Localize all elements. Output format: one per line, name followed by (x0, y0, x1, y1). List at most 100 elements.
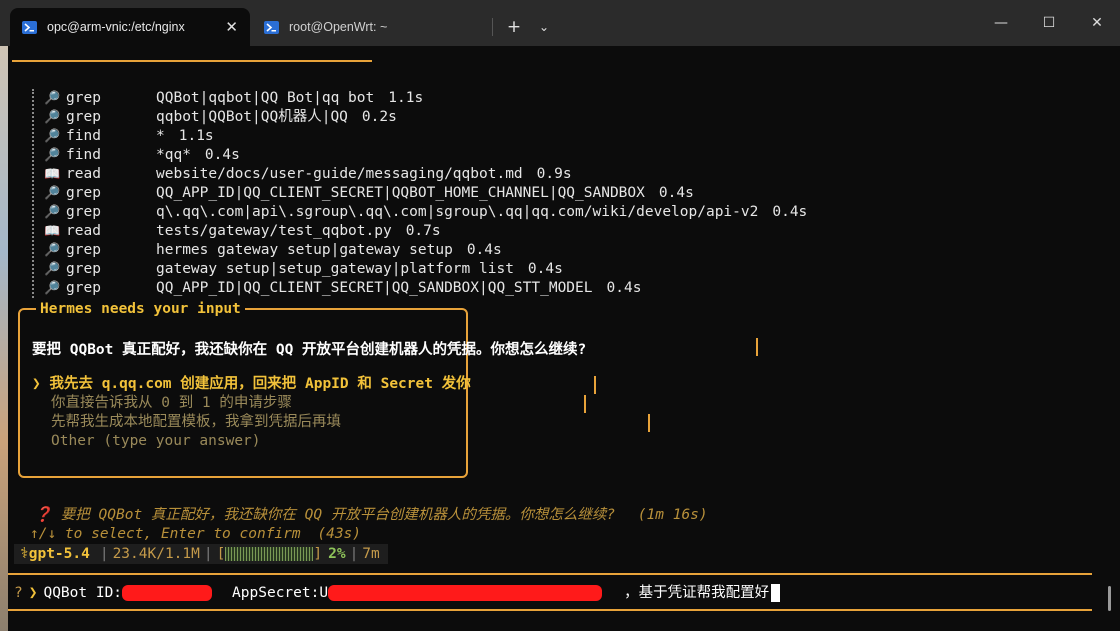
text-caret (771, 584, 781, 602)
log-time: 0.2s (361, 109, 397, 125)
magnifier-icon: 🔎 (44, 205, 61, 220)
status-bar: ⚕gpt-5.4 | 23.4K/1.1M | [ ] 2% | 7m (14, 544, 388, 564)
tool-call-log: 🔎 grep QQBot|qqbot|QQ Bot|qq bot 1.1s 🔎 grep… (32, 89, 807, 298)
log-row: 🔎 grep QQBot|qqbot|QQ Bot|qq bot 1.1s (44, 89, 807, 108)
log-arg: QQBot|qqbot|QQ Bot|qq bot (156, 90, 375, 106)
scrollbar[interactable] (1108, 586, 1111, 611)
log-verb: grep (66, 185, 101, 201)
cursor-mark (594, 376, 596, 394)
desktop-background-strip (0, 0, 8, 631)
cursor-mark (648, 414, 650, 432)
terminal-window: opc@arm-vnic:/etc/nginx ✕ root@OpenWrt: … (0, 0, 1120, 631)
log-arg: * (156, 128, 165, 144)
model-name: ⚕gpt-5.4 (20, 546, 90, 562)
status-separator: | (99, 546, 109, 562)
tab-close-icon[interactable]: ✕ (225, 18, 238, 36)
magnifier-icon: 🔎 (44, 91, 61, 106)
tab-separator (492, 18, 493, 36)
magnifier-icon: 🔎 (44, 110, 61, 125)
secret-label: AppSecret: (232, 585, 320, 601)
option-other[interactable]: Other (type your answer) (32, 432, 261, 451)
tab-label: opc@arm-vnic:/etc/nginx (47, 20, 185, 34)
selection-marker-icon: ❯ (32, 376, 41, 392)
log-arg: QQ_APP_ID|QQ_CLIENT_SECRET|QQ_SANDBOX|QQ… (156, 280, 593, 296)
input-request-panel: Hermes needs your input 要把 QQBot 真正配好，我还… (18, 299, 758, 478)
log-time: 0.4s (466, 242, 502, 258)
log-time: 0.7s (405, 223, 441, 239)
context-bar-close: ] (313, 546, 323, 562)
magnifier-icon: 🔎 (44, 281, 61, 296)
log-row: 🔎 find *qq* 0.4s (44, 146, 807, 165)
secret-visible-char: U (319, 585, 329, 601)
terminal-output[interactable]: 🔎 grep QQBot|qqbot|QQ Bot|qq bot 1.1s 🔎 grep… (8, 46, 1112, 631)
hint-text: ↑/↓ to select, Enter to confirm (30, 526, 301, 542)
log-row: 🔎 grep gateway setup|setup_gateway|platfor… (44, 260, 807, 279)
log-verb: grep (66, 261, 101, 277)
redacted-secret (328, 585, 603, 601)
log-verb: grep (66, 109, 101, 125)
context-percent: 2% (328, 546, 346, 562)
powershell-icon (22, 20, 37, 35)
log-row: 🔎 grep QQ_APP_ID|QQ_CLIENT_SECRET|QQBOT_HO… (44, 184, 807, 203)
option-selected[interactable]: ❯ 我先去 q.qq.com 创建应用，回来把 AppID 和 Secret 发… (32, 375, 471, 394)
log-time: 1.1s (178, 128, 214, 144)
session-duration: 7m (362, 546, 380, 562)
log-arg: *qq* (156, 147, 191, 163)
log-arg: gateway setup|setup_gateway|platform lis… (156, 261, 514, 277)
powershell-icon (264, 20, 279, 35)
option-label: 我先去 q.qq.com 创建应用，回来把 AppID 和 Secret 发你 (49, 376, 471, 392)
log-row: 📖 read website/docs/user-guide/messaging/q… (44, 165, 807, 184)
log-verb: read (66, 166, 101, 182)
magnifier-icon: 🔎 (44, 129, 61, 144)
log-time: 1.1s (388, 90, 424, 106)
log-arg: hermes gateway setup|gateway setup (156, 242, 453, 258)
log-time: 0.4s (606, 280, 642, 296)
tab-root-openwrt[interactable]: root@OpenWrt: ~ (252, 8, 492, 46)
pending-question: ❓ 要把 QQBot 真正配好，我还缺你在 QQ 开放平台创建机器人的凭据。你想… (34, 506, 708, 525)
minimize-button[interactable]: — (978, 10, 1024, 36)
cursor-mark (756, 338, 758, 356)
maximize-button[interactable]: ☐ (1026, 10, 1072, 36)
selection-hint: ↑/↓ to select, Enter to confirm (43s) (30, 525, 361, 544)
log-row: 📖 read tests/gateway/test_qqbot.py 0.7s (44, 222, 807, 241)
cursor-mark (584, 395, 586, 413)
log-arg: QQ_APP_ID|QQ_CLIENT_SECRET|QQBOT_HOME_CH… (156, 185, 645, 201)
book-icon: 📖 (44, 167, 61, 182)
new-tab-button[interactable]: + (503, 14, 525, 40)
chevron-down-icon[interactable]: ⌄ (533, 14, 555, 40)
tab-opc-arm-vnic[interactable]: opc@arm-vnic:/etc/nginx ✕ (10, 8, 250, 46)
option-steps[interactable]: 你直接告诉我从 0 到 1 的申请步骤 (32, 394, 292, 413)
log-arg: q\.qq\.com|api\.sgroup\.qq\.com|sgroup\.… (156, 204, 759, 220)
log-verb: find (66, 128, 101, 144)
log-verb: find (66, 147, 101, 163)
divider (12, 60, 372, 62)
tab-label: root@OpenWrt: ~ (289, 20, 388, 34)
log-row: 🔎 grep q\.qq\.com|api\.sgroup\.qq\.com|sgr… (44, 203, 807, 222)
id-label: QQBot ID: (43, 585, 123, 601)
log-arg: website/docs/user-guide/messaging/qqbot.… (156, 166, 523, 182)
option-template[interactable]: 先帮我生成本地配置模板，我拿到凭据后再填 (32, 413, 341, 432)
close-window-button[interactable]: ✕ (1074, 10, 1120, 36)
log-verb: grep (66, 280, 101, 296)
magnifier-icon: 🔎 (44, 262, 61, 277)
question-mark: ? (14, 585, 23, 601)
pending-text: 要把 QQBot 真正配好，我还缺你在 QQ 开放平台创建机器人的凭据。你想怎么… (60, 507, 616, 523)
magnifier-icon: 🔎 (44, 186, 61, 201)
status-separator: | (203, 546, 213, 562)
log-verb: read (66, 223, 101, 239)
log-time: 0.4s (527, 261, 563, 277)
prompt-input[interactable]: ? ❯ QQBot ID: AppSecret: U ，基于凭证帮我配置好 (14, 583, 781, 603)
log-row: 🔎 grep hermes gateway setup|gateway setup 0… (44, 241, 807, 260)
log-row: 🔎 grep qqbot|QQBot|QQ机器人|QQ 0.2s (44, 108, 807, 127)
context-bar-open: [ (216, 546, 226, 562)
status-separator: | (349, 546, 359, 562)
book-icon: 📖 (44, 224, 61, 239)
prompt-chevron-icon: ❯ (28, 585, 38, 601)
magnifier-icon: 🔎 (44, 148, 61, 163)
magnifier-icon: 🔎 (44, 243, 61, 258)
title-bar: opc@arm-vnic:/etc/nginx ✕ root@OpenWrt: … (0, 0, 1120, 46)
log-time: 0.4s (772, 204, 808, 220)
redacted-id (122, 585, 213, 601)
log-time: 0.4s (658, 185, 694, 201)
panel-title: Hermes needs your input (36, 299, 245, 319)
